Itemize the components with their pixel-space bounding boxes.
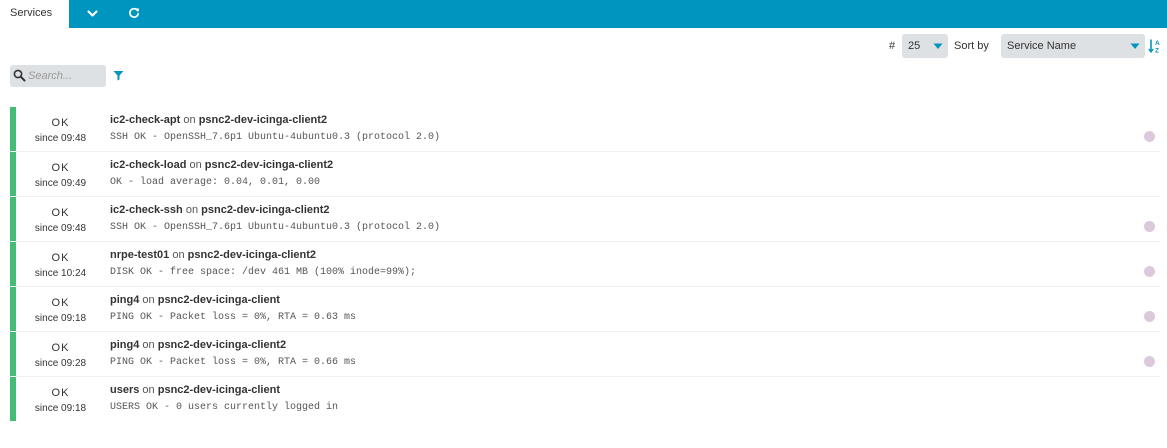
caret-down-icon [1130,43,1140,49]
state-since: since 09:48 [34,223,87,234]
perfdata-pie-icon [1144,266,1155,277]
plugin-output: PING OK - Packet loss = 0%, RTA = 0.66 m… [110,357,357,368]
plugin-output: SSH OK - OpenSSH_7.6p1 Ubuntu-4ubuntu0.3… [110,132,441,143]
state-label: OK [51,297,70,309]
service-name-link[interactable]: ping4 [110,339,139,351]
state-label: OK [51,252,70,264]
tab-bar: Services [0,0,1167,28]
sort-select-value: Service Name [1007,40,1077,52]
sort-select[interactable]: Service Name [1001,34,1145,58]
svg-text:Z: Z [1155,48,1159,55]
state-label: OK [51,342,70,354]
service-row[interactable]: OK since 09:49 ic2-check-load on psnc2-dev… [10,152,1160,196]
service-row[interactable]: OK since 10:24 nrpe-test01 on psnc2-dev-ic… [10,242,1160,286]
service-row[interactable]: OK since 09:18 ping4 on psnc2-dev-icinga-c… [10,287,1160,331]
limit-select[interactable]: 25 [902,34,948,58]
state-label: OK [51,207,70,219]
host-name-link[interactable]: psnc2-dev-icinga-client2 [158,339,286,351]
state-label: OK [51,387,70,399]
tab-services[interactable]: Services [0,0,69,28]
service-row[interactable]: OK since 09:18 users on psnc2-dev-icinga-c… [10,377,1160,421]
plugin-output: PING OK - Packet loss = 0%, RTA = 0.63 m… [110,312,357,323]
perfdata-pie-icon [1144,131,1155,142]
service-row[interactable]: OK since 09:48 ic2-check-ssh on psnc2-dev-… [10,197,1160,241]
chevron-down-icon [87,10,98,17]
service-title: nrpe-test01 on psnc2-dev-icinga-client2 [110,249,316,261]
on-label: on [142,384,155,396]
on-label: on [142,294,155,306]
service-name-link[interactable]: ic2-check-apt [110,114,180,126]
state-label: OK [51,117,70,129]
host-name-link[interactable]: psnc2-dev-icinga-client [158,384,280,396]
perfdata-pie-icon [1144,356,1155,367]
state-since: since 09:28 [34,358,87,369]
host-name-link[interactable]: psnc2-dev-icinga-client2 [201,204,329,216]
service-title: ic2-check-ssh on psnc2-dev-icinga-client… [110,204,330,216]
state-since: since 09:48 [34,133,87,144]
service-title: users on psnc2-dev-icinga-client [110,384,280,396]
service-row[interactable]: OK since 09:48 ic2-check-apt on psnc2-dev-… [10,107,1160,151]
tab-dropdown-button[interactable] [80,0,106,28]
state-cell: OK since 09:28 [16,332,105,376]
sort-label: Sort by [954,40,989,52]
host-name-link[interactable]: psnc2-dev-icinga-client [158,294,280,306]
service-title: ic2-check-apt on psnc2-dev-icinga-client… [110,114,327,126]
state-since: since 09:49 [34,178,87,189]
service-name-link[interactable]: ic2-check-ssh [110,204,183,216]
sort-ascending-icon[interactable]: A Z [1148,38,1162,54]
search-input[interactable] [28,68,102,84]
service-name-link[interactable]: users [110,384,139,396]
perfdata-pie-icon [1144,311,1155,322]
plugin-output: USERS OK - 0 users currently logged in [110,402,339,413]
state-cell: OK since 09:48 [16,107,105,151]
refresh-button[interactable] [122,0,146,28]
state-since: since 09:18 [34,313,87,324]
plugin-output: SSH OK - OpenSSH_7.6p1 Ubuntu-4ubuntu0.3… [110,222,441,233]
plugin-output: DISK OK - free space: /dev 461 MB (100% … [110,267,417,278]
host-name-link[interactable]: psnc2-dev-icinga-client2 [199,114,327,126]
limit-label: # [889,40,896,52]
filter-icon[interactable] [113,70,124,81]
host-name-link[interactable]: psnc2-dev-icinga-client2 [205,159,333,171]
search-box [10,65,106,87]
service-row[interactable]: OK since 09:28 ping4 on psnc2-dev-icinga-c… [10,332,1160,376]
state-cell: OK since 09:18 [16,287,105,331]
state-cell: OK since 09:18 [16,377,105,421]
state-label: OK [51,162,70,174]
on-label: on [142,339,155,351]
service-title: ic2-check-load on psnc2-dev-icinga-clien… [110,159,333,171]
host-name-link[interactable]: psnc2-dev-icinga-client2 [188,249,316,261]
state-since: since 09:18 [34,403,87,414]
service-name-link[interactable]: ic2-check-load [110,159,186,171]
state-cell: OK since 09:49 [16,152,105,196]
state-since: since 10:24 [34,268,87,279]
search-icon [13,69,26,82]
perfdata-pie-icon [1144,221,1155,232]
svg-text:A: A [1155,40,1160,47]
service-name-link[interactable]: nrpe-test01 [110,249,169,261]
limit-select-value: 25 [908,40,921,52]
caret-down-icon [933,43,943,49]
plugin-output: OK - load average: 0.04, 0.01, 0.00 [110,177,321,188]
on-label: on [183,114,196,126]
state-cell: OK since 10:24 [16,242,105,286]
service-name-link[interactable]: ping4 [110,294,139,306]
service-title: ping4 on psnc2-dev-icinga-client2 [110,339,286,351]
on-label: on [189,159,202,171]
on-label: on [185,204,199,216]
state-cell: OK since 09:48 [16,197,105,241]
on-label: on [172,249,185,261]
service-title: ping4 on psnc2-dev-icinga-client [110,294,280,306]
refresh-icon [129,7,140,18]
